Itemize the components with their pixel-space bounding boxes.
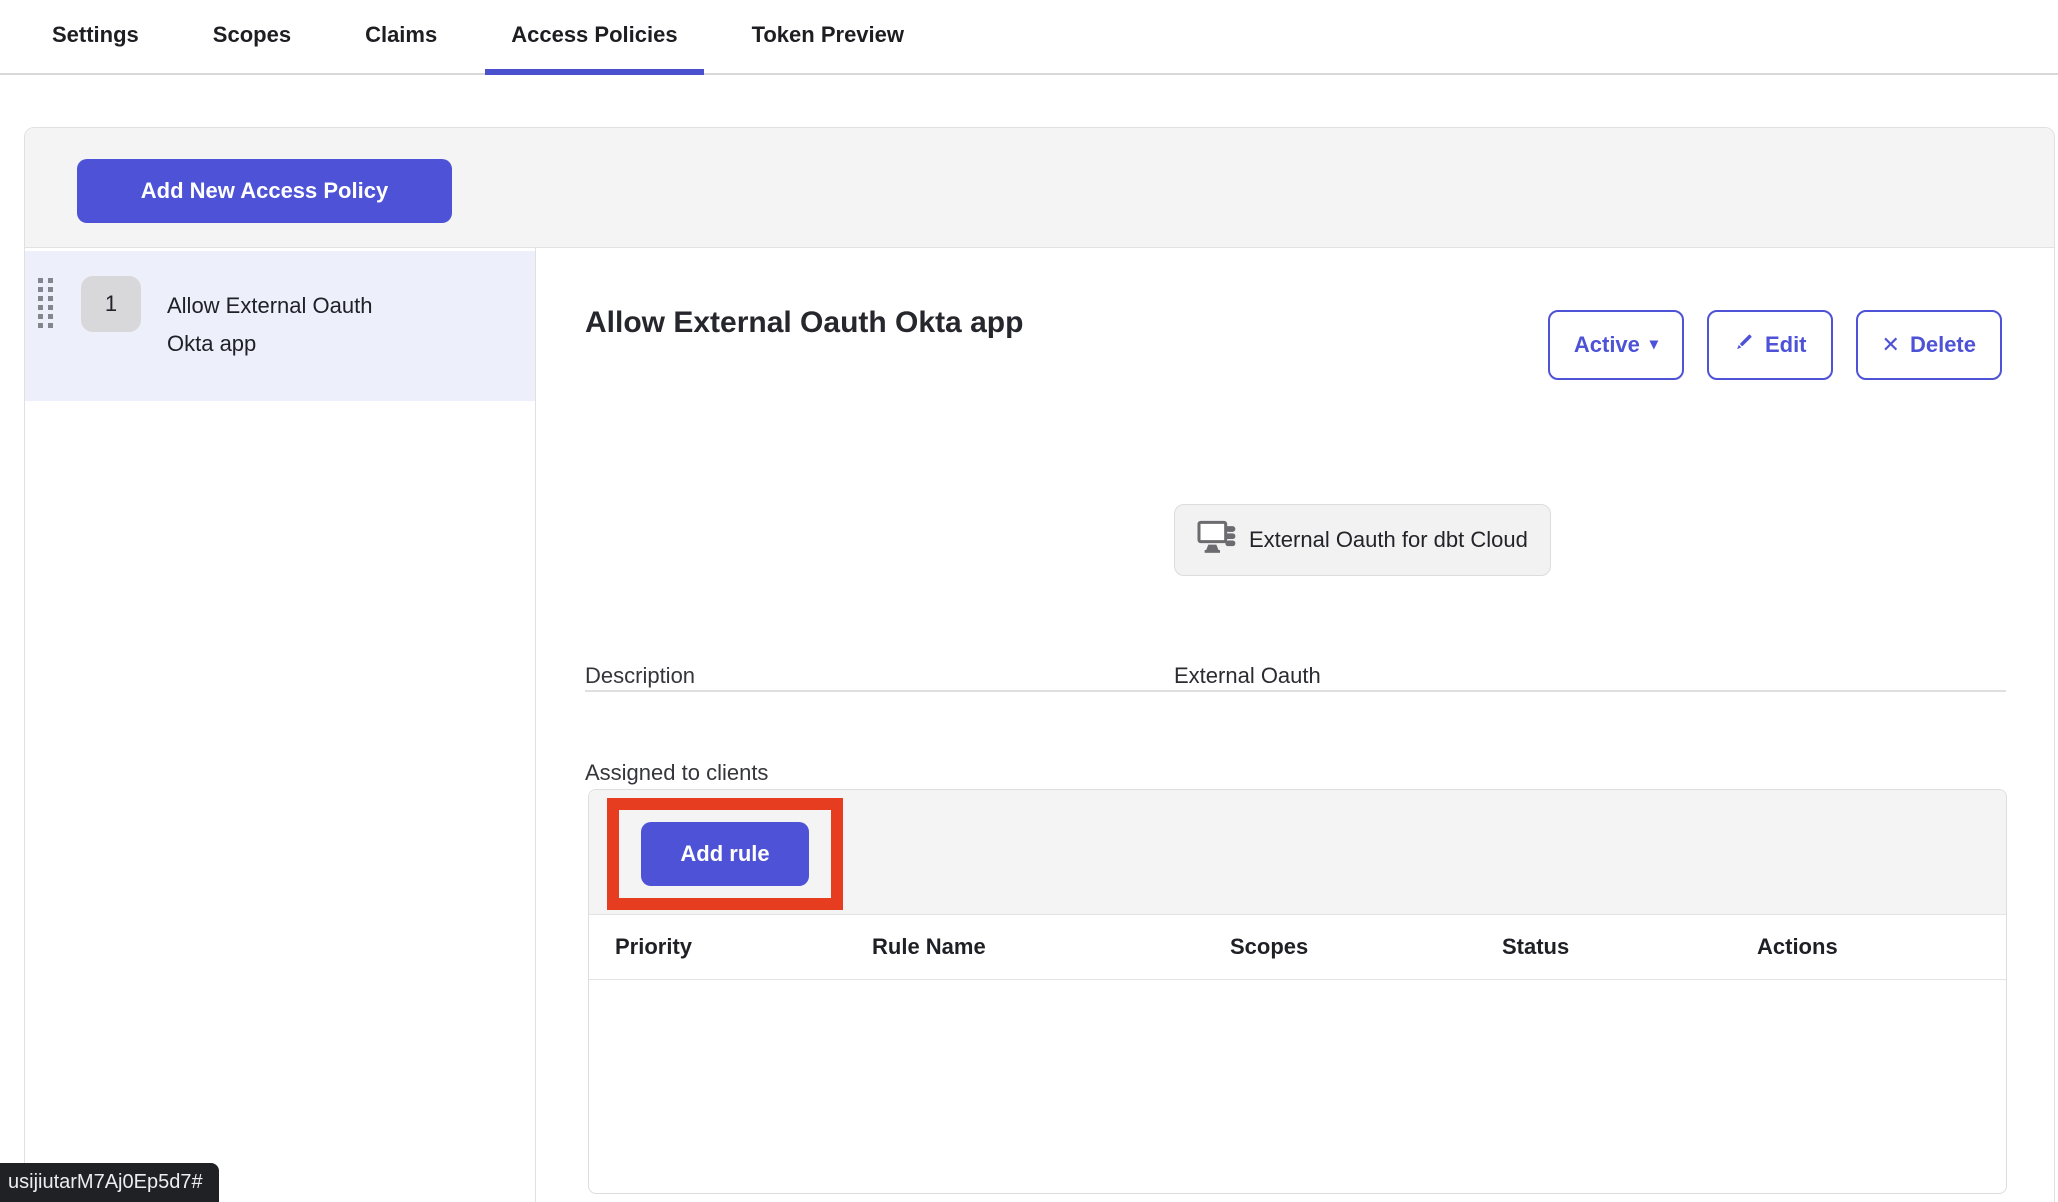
delete-button-label: Delete bbox=[1910, 332, 1976, 358]
rules-card-header: Add rule bbox=[589, 790, 2006, 915]
tab-scopes[interactable]: Scopes bbox=[187, 0, 317, 75]
active-status-button[interactable]: Active ▾ bbox=[1548, 310, 1684, 380]
tab-settings[interactable]: Settings bbox=[26, 0, 165, 75]
column-scopes: Scopes bbox=[1230, 934, 1502, 960]
edit-button-label: Edit bbox=[1765, 332, 1807, 358]
chevron-down-icon: ▾ bbox=[1650, 337, 1658, 353]
policy-priority-badge: 1 bbox=[81, 276, 141, 332]
description-label: Description bbox=[585, 663, 695, 689]
panel-body: 1 Allow External Oauth Okta app Allow Ex… bbox=[25, 248, 2054, 1202]
column-status: Status bbox=[1502, 934, 1757, 960]
assigned-to-clients-label: Assigned to clients bbox=[585, 760, 768, 786]
add-new-access-policy-button[interactable]: Add New Access Policy bbox=[77, 159, 452, 223]
access-policies-panel: Add New Access Policy bbox=[24, 127, 2055, 1202]
drag-handle-icon[interactable] bbox=[38, 278, 53, 333]
assigned-client-label: External Oauth for dbt Cloud bbox=[1249, 527, 1528, 553]
policy-actions: Active ▾ Edit bbox=[1548, 310, 2002, 380]
pencil-icon bbox=[1733, 331, 1755, 359]
rules-table-empty-body bbox=[589, 980, 2006, 1192]
page: Settings Scopes Claims Access Policies T… bbox=[0, 0, 2058, 1202]
policy-name-label: Allow External Oauth Okta app bbox=[167, 287, 407, 363]
description-value: External Oauth bbox=[1174, 663, 1321, 689]
delete-button[interactable]: ✕ Delete bbox=[1856, 310, 2002, 380]
policy-list-item[interactable]: 1 Allow External Oauth Okta app bbox=[25, 251, 535, 401]
annotation-highlight-box: Add rule bbox=[607, 798, 843, 910]
column-actions: Actions bbox=[1757, 934, 2006, 960]
computer-icon bbox=[1197, 520, 1237, 560]
edit-button[interactable]: Edit bbox=[1707, 310, 1833, 380]
rules-card: Add rule Priority Rule Name Scopes Statu… bbox=[588, 789, 2007, 1194]
close-icon: ✕ bbox=[1882, 334, 1900, 356]
tab-bar: Settings Scopes Claims Access Policies T… bbox=[0, 0, 2058, 75]
tab-access-policies[interactable]: Access Policies bbox=[485, 0, 703, 75]
policy-list-sidebar: 1 Allow External Oauth Okta app bbox=[25, 248, 536, 1202]
rules-table-header: Priority Rule Name Scopes Status Actions bbox=[589, 915, 2006, 980]
tab-token-preview[interactable]: Token Preview bbox=[726, 0, 930, 75]
active-status-label: Active bbox=[1574, 332, 1640, 358]
add-rule-button[interactable]: Add rule bbox=[641, 822, 809, 886]
link-preview-tooltip: usijiutarM7Aj0Ep5d7# bbox=[0, 1163, 219, 1202]
policy-title: Allow External Oauth Okta app bbox=[585, 306, 1023, 340]
assigned-client-chip: External Oauth for dbt Cloud bbox=[1174, 504, 1551, 576]
policy-detail: Allow External Oauth Okta app Active ▾ bbox=[536, 248, 2054, 1202]
section-divider bbox=[585, 690, 2006, 692]
column-rule-name: Rule Name bbox=[872, 934, 1230, 960]
panel-header: Add New Access Policy bbox=[25, 128, 2054, 248]
column-priority: Priority bbox=[615, 934, 872, 960]
tab-claims[interactable]: Claims bbox=[339, 0, 463, 75]
